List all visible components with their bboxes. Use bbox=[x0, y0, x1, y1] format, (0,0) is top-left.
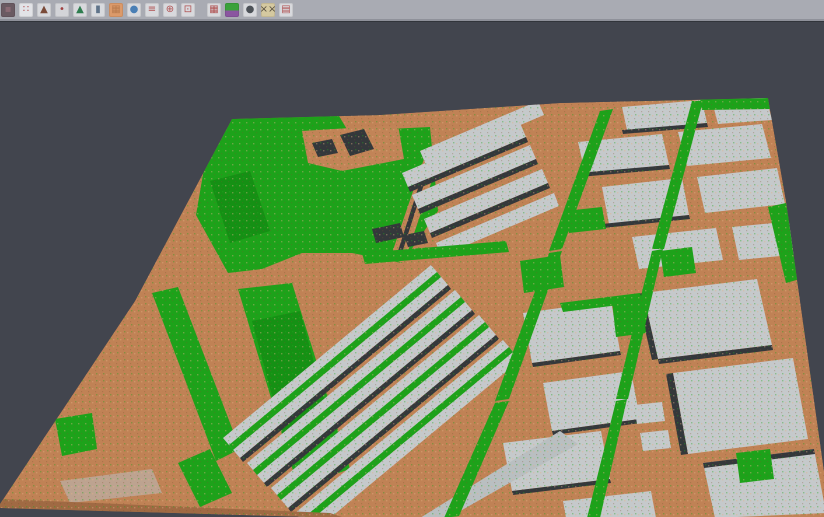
pointcloud-noise-texture bbox=[0, 22, 824, 517]
app-raster-icon[interactable]: ▪ bbox=[1, 3, 15, 17]
viewport-panel bbox=[0, 21, 824, 517]
terrain-mesh bbox=[0, 22, 824, 517]
red-bars-icon-glyph: ▤ bbox=[281, 3, 290, 17]
red-gear-icon[interactable]: ⊕ bbox=[163, 3, 177, 17]
red-checker-icon-glyph: ▦ bbox=[209, 3, 218, 17]
orthophoto-icon-glyph: ▦ bbox=[111, 3, 120, 17]
landmarks-icon[interactable]: ×× bbox=[261, 3, 275, 17]
terrain-vegetation-icon-glyph: ▲ bbox=[76, 3, 84, 17]
terrain-vegetation-icon[interactable]: ▲ bbox=[73, 3, 87, 17]
classify-points-icon[interactable]: ∷ bbox=[19, 3, 33, 17]
dem-terrain-icon-glyph: ▲ bbox=[40, 3, 48, 17]
point-marker-icon-glyph: • bbox=[59, 3, 65, 17]
orthophoto-icon[interactable]: ▦ bbox=[109, 3, 123, 17]
application-window: ▪ ∷ ▲ • ▲ ▮ ▦ ● ≡ ⊕ ⊡ ▦ ● ×× ▤ bbox=[0, 0, 824, 517]
classify-points-icon-glyph: ∷ bbox=[23, 3, 29, 17]
globe-icon-glyph: ● bbox=[130, 3, 139, 17]
toolbar-separator bbox=[199, 3, 207, 17]
dem-terrain-icon[interactable]: ▲ bbox=[37, 3, 51, 17]
red-checker-icon[interactable]: ▦ bbox=[207, 3, 221, 17]
globe-icon[interactable]: ● bbox=[127, 3, 141, 17]
toolbar: ▪ ∷ ▲ • ▲ ▮ ▦ ● ≡ ⊕ ⊡ ▦ ● ×× ▤ bbox=[0, 0, 824, 21]
profile-view-icon-glyph: ▮ bbox=[95, 3, 101, 17]
sphere-icon[interactable]: ● bbox=[243, 3, 257, 17]
landmarks-icon-glyph: ×× bbox=[260, 3, 277, 17]
3d-viewport[interactable] bbox=[0, 22, 824, 517]
red-list-icon[interactable]: ≡ bbox=[145, 3, 159, 17]
red-selection-icon[interactable]: ⊡ bbox=[181, 3, 195, 17]
profile-view-icon[interactable]: ▮ bbox=[91, 3, 105, 17]
colormap-icon[interactable] bbox=[225, 3, 239, 17]
red-list-icon-glyph: ≡ bbox=[148, 3, 156, 17]
red-bars-icon[interactable]: ▤ bbox=[279, 3, 293, 17]
red-gear-icon-glyph: ⊕ bbox=[166, 3, 174, 17]
sphere-icon-glyph: ● bbox=[246, 3, 255, 17]
red-selection-icon-glyph: ⊡ bbox=[184, 3, 192, 17]
app-raster-icon-glyph: ▪ bbox=[5, 3, 12, 17]
point-marker-icon[interactable]: • bbox=[55, 3, 69, 17]
